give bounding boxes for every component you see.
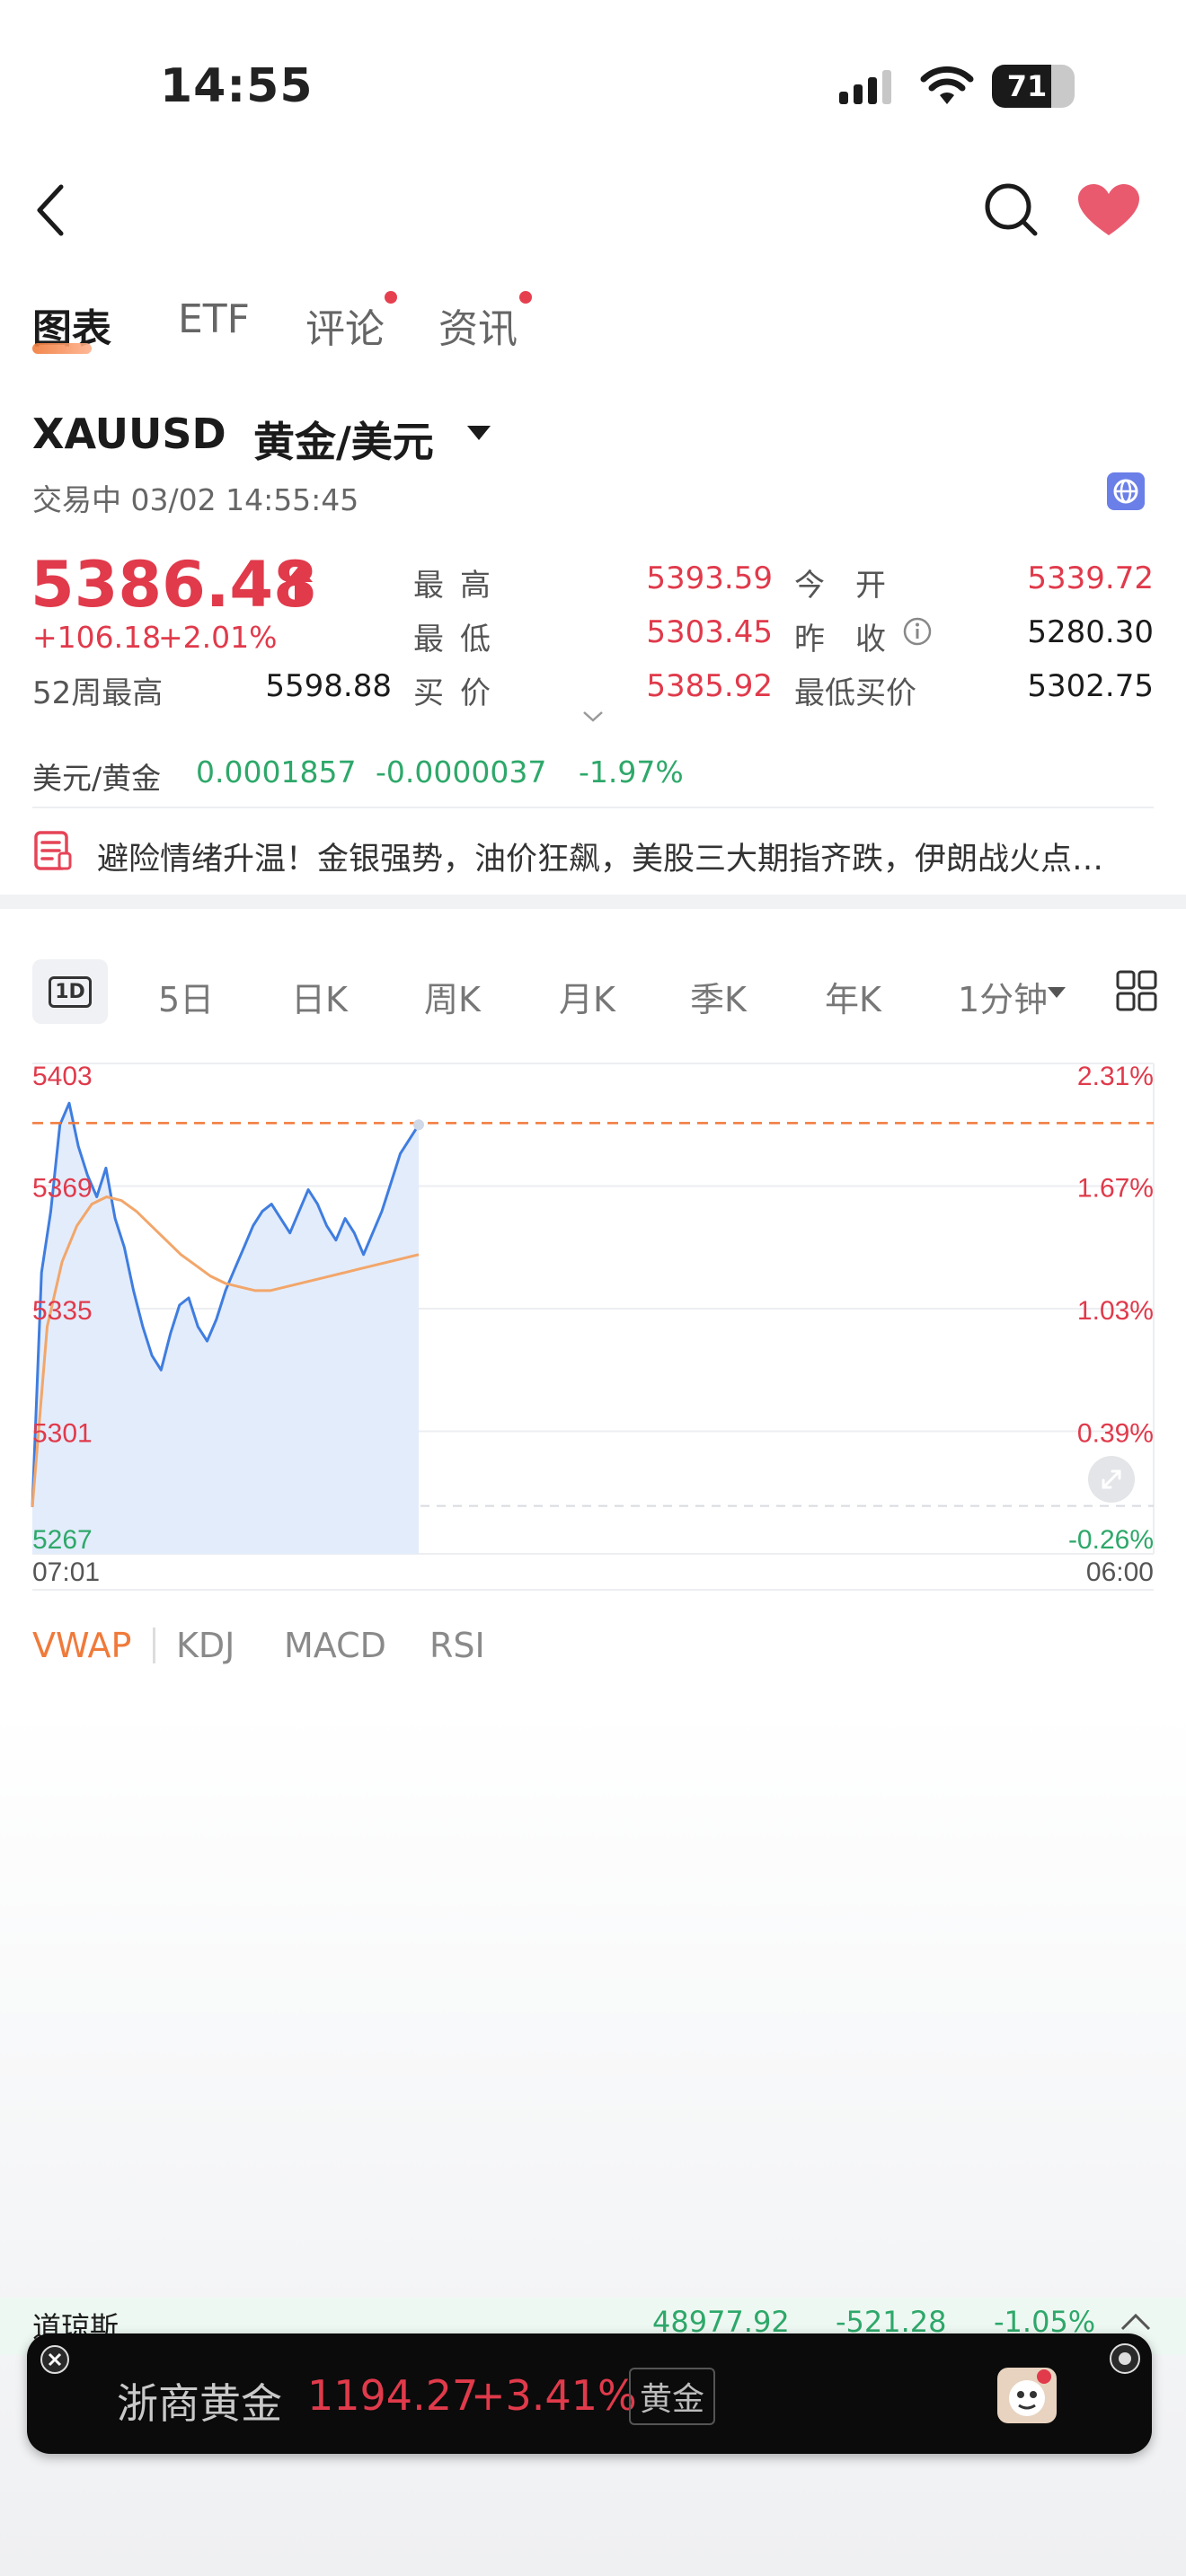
open-value: 5339.72 xyxy=(1027,560,1154,596)
interval-select[interactable]: 1分钟 xyxy=(958,972,1048,1021)
tab-comments[interactable]: 评论 xyxy=(305,296,385,354)
mascot-avatar xyxy=(996,2364,1058,2430)
y-axis-label-left: 5301 xyxy=(32,1419,93,1449)
price-change: +106.18 xyxy=(32,620,162,655)
cellular-signal-icon xyxy=(839,70,902,110)
indicator-vwap[interactable]: VWAP xyxy=(32,1626,131,1665)
timeframe-1d[interactable]: 1D xyxy=(32,959,108,1024)
battery-indicator: 71 xyxy=(992,65,1075,108)
indicator-kdj[interactable]: KDJ xyxy=(176,1626,235,1665)
y-axis-label-right: 2.31% xyxy=(1077,1062,1154,1091)
section-divider xyxy=(0,895,1186,909)
symbol-dropdown-icon[interactable] xyxy=(467,426,491,446)
timeframe-daily[interactable]: 日K xyxy=(291,972,348,1021)
price-area xyxy=(32,1103,419,1554)
y-axis-label-left: 5369 xyxy=(32,1174,93,1204)
globe-icon[interactable] xyxy=(1107,472,1145,514)
cross-rate-pct: -1.97% xyxy=(579,754,684,790)
bid-label: 买价 xyxy=(413,675,507,711)
cross-rate-label: 美元/黄金 xyxy=(32,761,162,796)
week52-high-label: 52周最高 xyxy=(32,675,164,711)
timeframe-yearly[interactable]: 年K xyxy=(825,972,881,1021)
y-axis-label-left: 5403 xyxy=(32,1062,93,1091)
interval-dropdown-icon[interactable] xyxy=(1048,986,1066,1003)
news-notification-dot xyxy=(519,291,532,304)
cross-rate-value: 0.0001857 xyxy=(196,754,357,790)
indicator-rsi[interactable]: RSI xyxy=(429,1626,485,1665)
indicator-macd[interactable]: MACD xyxy=(284,1626,386,1665)
open-label: 今开 xyxy=(794,568,916,604)
x-axis-label: 06:00 xyxy=(1086,1557,1154,1587)
y-axis-label-right: -0.26% xyxy=(1068,1525,1154,1555)
prev-close-value: 5280.30 xyxy=(1027,614,1154,650)
y-axis-label-right: 1.03% xyxy=(1077,1296,1154,1326)
tab-etf[interactable]: ETF xyxy=(178,296,250,342)
last-price: 5386.48 xyxy=(31,548,317,622)
promo-pct: +3.41% xyxy=(471,2371,637,2420)
promo-price: 1194.27 xyxy=(307,2371,479,2420)
y-axis-label-right: 0.39% xyxy=(1077,1419,1154,1449)
high-value: 5393.59 xyxy=(646,560,773,596)
status-time: 14:55 xyxy=(160,59,314,113)
chart-expand-icon[interactable] xyxy=(1087,1455,1136,1507)
news-document-icon xyxy=(32,830,74,875)
y-axis-label-right: 1.67% xyxy=(1077,1174,1154,1204)
expand-chevron-icon[interactable] xyxy=(582,710,604,727)
tab-news[interactable]: 资讯 xyxy=(438,296,518,354)
min-bid-value: 5302.75 xyxy=(1027,668,1154,704)
promo-tag: 黄金 xyxy=(629,2368,716,2425)
y-axis-label-left: 5267 xyxy=(32,1525,93,1555)
search-icon[interactable] xyxy=(983,181,1040,243)
timeframe-monthly[interactable]: 月K xyxy=(559,972,615,1021)
prev-close-label: 昨收 xyxy=(794,622,916,657)
week52-high-value: 5598.88 xyxy=(265,668,392,704)
tab-active-underline xyxy=(32,343,92,354)
last-point xyxy=(413,1119,424,1131)
min-bid-label: 最低买价 xyxy=(794,675,916,711)
news-headline[interactable]: 避险情绪升温！金银强势，油价狂飙，美股三大期指齐跌，伊朗战火点… xyxy=(97,834,1157,879)
low-value: 5303.45 xyxy=(646,614,773,650)
intraday-chart[interactable]: 5403 2.31% 5369 1.67% 5335 1.03% 5301 0.39% 5267… xyxy=(0,1042,1186,1599)
back-icon[interactable] xyxy=(32,181,68,243)
comments-notification-dot xyxy=(385,291,397,304)
x-axis-label: 07:01 xyxy=(32,1557,100,1587)
trading-status: 交易中 03/02 14:55:45 xyxy=(32,482,359,517)
grid-layout-icon[interactable] xyxy=(1116,970,1157,1015)
cross-rate-change: -0.0000037 xyxy=(376,754,547,790)
timeframe-5d[interactable]: 5日 xyxy=(158,972,214,1021)
ticker-expand-icon[interactable] xyxy=(1120,2312,1152,2335)
timeframe-weekly[interactable]: 周K xyxy=(424,972,481,1021)
timeframe-quarterly[interactable]: 季K xyxy=(690,972,747,1021)
mascot-badge-icon xyxy=(1109,2342,1141,2378)
promo-name: 浙商黄金 xyxy=(117,2379,282,2428)
high-label: 最高 xyxy=(413,568,507,604)
divider xyxy=(32,807,1154,808)
indicator-separator xyxy=(153,1628,155,1663)
wifi-icon xyxy=(920,65,974,110)
symbol-code: XAUUSD xyxy=(32,410,226,458)
info-icon[interactable] xyxy=(902,616,933,650)
close-icon[interactable] xyxy=(40,2344,70,2378)
price-change-pct: +2.01% xyxy=(158,620,278,655)
bid-value: 5385.92 xyxy=(646,668,773,704)
y-axis-label-left: 5335 xyxy=(32,1296,93,1326)
symbol-name[interactable]: 黄金/美元 xyxy=(253,410,434,469)
price-up-arrow-icon xyxy=(284,564,314,607)
favorite-heart-icon[interactable] xyxy=(1076,183,1141,241)
low-label: 最低 xyxy=(413,622,507,657)
